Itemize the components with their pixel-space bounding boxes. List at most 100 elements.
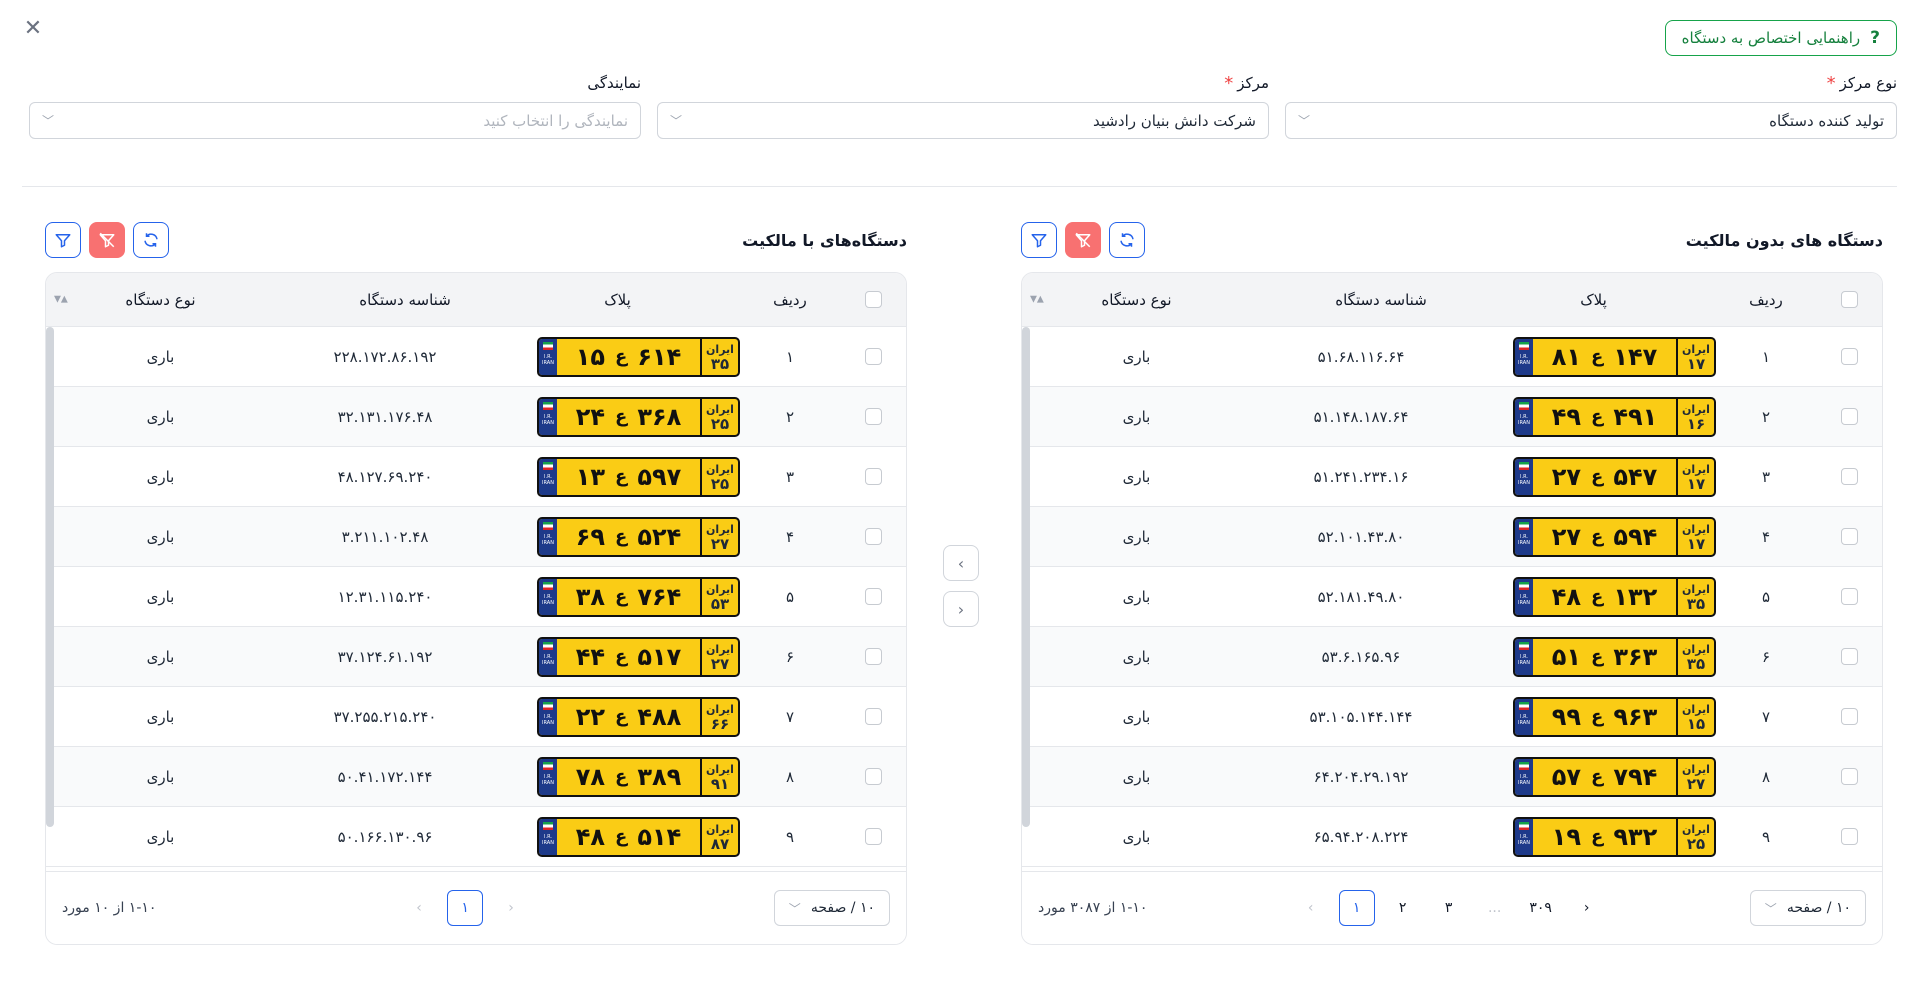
- table-row[interactable]: ۵ I.R. IRAN ۱۳۲ ع ۴۸ ایران ۳۵ ۵۲.۱۸۱.۴۹.…: [1022, 567, 1882, 627]
- table-row[interactable]: ۴ I.R. IRAN ۵۹۴ ع ۲۷ ایران ۱۷ ۵۲.۱۰۱.۴۳.…: [1022, 507, 1882, 567]
- move-left-button[interactable]: ‹: [943, 591, 979, 627]
- device-type: باری: [1122, 707, 1151, 726]
- page-button[interactable]: ۲: [1385, 890, 1421, 926]
- col-device-type[interactable]: نوع دستگاه ▲▼: [1022, 291, 1251, 309]
- plate-region: ۱۵: [1686, 714, 1706, 733]
- license-plate: I.R. IRAN ۵۴۷ ع ۲۷ ایران ۱۷: [1513, 456, 1716, 497]
- center-type-select[interactable]: تولید کننده دستگاه ﹀: [1285, 102, 1897, 139]
- device-id: ۶۴.۲۰۴.۲۹.۱۹۲: [1313, 767, 1409, 786]
- plate-region: ۳۵: [710, 354, 730, 373]
- row-checkbox[interactable]: [864, 708, 882, 725]
- table-row[interactable]: ۹ I.R. IRAN ۹۳۲ ع ۱۹ ایران ۲۵ ۶۵.۹۴.۲۰۸.…: [1022, 807, 1882, 867]
- table-row[interactable]: ۴ I.R. IRAN ۵۲۴ ع ۶۹ ایران ۲۷ ۳.۲۱۱.۱۰۲.…: [46, 507, 906, 567]
- filter-button[interactable]: [45, 222, 81, 258]
- owned-devices-panel: دستگاه‌های با مالکیت ردیف پلاک شناسه دست…: [45, 220, 907, 945]
- page-button[interactable]: ۳۰۹: [1523, 890, 1559, 926]
- table-row[interactable]: ۳ I.R. IRAN ۵۹۷ ع ۱۳ ایران ۲۵ ۴۸.۱۲۷.۶۹.…: [46, 447, 906, 507]
- row-checkbox[interactable]: [1840, 408, 1858, 425]
- row-checkbox[interactable]: [864, 828, 882, 845]
- device-id: ۵۱.۱۴۸.۱۸۷.۶۴: [1313, 407, 1409, 426]
- table-row[interactable]: ۷ I.R. IRAN ۹۶۳ ع ۹۹ ایران ۱۵ ۵۳.۱۰۵.۱۴۴…: [1022, 687, 1882, 747]
- row-checkbox[interactable]: [864, 528, 882, 545]
- table-row[interactable]: ۹ I.R. IRAN ۵۱۴ ع ۴۸ ایران ۸۷ ۵۰.۱۶۶.۱۳۰…: [46, 807, 906, 867]
- device-id: ۳.۲۱۱.۱۰۲.۴۸: [341, 527, 429, 546]
- page-size-select[interactable]: ۱۰ / صفحه ﹀: [773, 890, 890, 926]
- row-checkbox[interactable]: [1840, 468, 1858, 485]
- center-select[interactable]: شرکت دانش بنیان رادشید ﹀: [657, 102, 1269, 139]
- row-checkbox[interactable]: [864, 348, 882, 365]
- move-right-button[interactable]: ›: [943, 545, 979, 581]
- sort-icon[interactable]: ▲▼: [1030, 295, 1044, 304]
- refresh-button[interactable]: [1109, 222, 1145, 258]
- prev-page-icon[interactable]: ‹: [1293, 890, 1329, 926]
- row-checkbox[interactable]: [1840, 768, 1858, 785]
- plate-region: ۲۵: [710, 474, 730, 493]
- col-device-type-label: نوع دستگاه: [1101, 290, 1172, 309]
- next-page-icon[interactable]: ›: [493, 890, 529, 926]
- device-id: ۳۷.۱۲۴.۶۱.۱۹۲: [337, 647, 433, 666]
- row-checkbox[interactable]: [864, 768, 882, 785]
- table-row[interactable]: ۸ I.R. IRAN ۷۹۴ ع ۵۷ ایران ۲۷ ۶۴.۲۰۴.۲۹.…: [1022, 747, 1882, 807]
- license-plate: I.R. IRAN ۳۶۳ ع ۵۱ ایران ۳۵: [1513, 636, 1716, 677]
- table-row[interactable]: ۵ I.R. IRAN ۷۶۴ ع ۳۸ ایران ۵۳ ۱۲.۳۱.۱۱۵.…: [46, 567, 906, 627]
- agency-select[interactable]: نمایندگی را انتخاب کنید ﹀: [29, 102, 641, 139]
- device-type: باری: [1122, 347, 1151, 366]
- select-all-checkbox[interactable]: [864, 291, 882, 308]
- row-index: ۷: [1761, 707, 1771, 726]
- row-index: ۸: [1761, 767, 1771, 786]
- row-checkbox[interactable]: [1840, 648, 1858, 665]
- close-icon[interactable]: ✕: [22, 18, 44, 40]
- table-row[interactable]: ۶ I.R. IRAN ۵۱۷ ع ۴۴ ایران ۲۷ ۳۷.۱۲۴.۶۱.…: [46, 627, 906, 687]
- col-device-type[interactable]: نوع دستگاه ▲▼: [46, 291, 275, 309]
- clear-filter-button[interactable]: [1065, 222, 1101, 258]
- plate-letter: ع: [1591, 766, 1604, 787]
- clear-filter-button[interactable]: [89, 222, 125, 258]
- row-checkbox[interactable]: [1840, 588, 1858, 605]
- col-device-id[interactable]: شناسه دستگاه: [275, 291, 495, 309]
- license-plate: I.R. IRAN ۹۳۲ ع ۱۹ ایران ۲۵: [1513, 816, 1716, 857]
- plate-region: ۳۵: [1686, 654, 1706, 673]
- table-row[interactable]: ۲ I.R. IRAN ۴۹۱ ع ۴۹ ایران ۱۶ ۵۱.۱۴۸.۱۸۷…: [1022, 387, 1882, 447]
- plate-left: ۸۱: [1551, 342, 1582, 371]
- help-icon: ?: [1870, 28, 1880, 48]
- page-ellipsis[interactable]: ...: [1477, 890, 1513, 926]
- row-checkbox[interactable]: [864, 468, 882, 485]
- col-device-id[interactable]: شناسه دستگاه: [1251, 291, 1471, 309]
- page-size-select[interactable]: ۱۰ / صفحه ﹀: [1749, 890, 1866, 926]
- iran-flag-icon: I.R. IRAN: [539, 818, 557, 855]
- table-row[interactable]: ۷ I.R. IRAN ۴۸۸ ع ۲۲ ایران ۶۶ ۳۷.۲۵۵.۲۱۵…: [46, 687, 906, 747]
- table-row[interactable]: ۶ I.R. IRAN ۳۶۳ ع ۵۱ ایران ۳۵ ۵۳.۶.۱۶۵.۹…: [1022, 627, 1882, 687]
- row-checkbox[interactable]: [1840, 348, 1858, 365]
- guide-button[interactable]: ? راهنمایی اختصاص به دستگاه: [1664, 20, 1897, 56]
- row-checkbox[interactable]: [1840, 828, 1858, 845]
- row-checkbox[interactable]: [1840, 528, 1858, 545]
- page-button[interactable]: ۱: [447, 890, 484, 926]
- scrollbar[interactable]: [1022, 327, 1030, 827]
- filter-button[interactable]: [1021, 222, 1057, 258]
- row-checkbox[interactable]: [864, 408, 882, 425]
- page-button[interactable]: ۳: [1431, 890, 1467, 926]
- next-page-icon[interactable]: ›: [1569, 890, 1605, 926]
- page-button[interactable]: ۱: [1338, 890, 1375, 926]
- license-plate: I.R. IRAN ۹۶۳ ع ۹۹ ایران ۱۵: [1513, 696, 1716, 737]
- sort-icon[interactable]: ▲▼: [54, 295, 68, 304]
- select-all-checkbox[interactable]: [1840, 291, 1858, 308]
- plate-left: ۱۵: [575, 342, 606, 371]
- row-checkbox[interactable]: [864, 588, 882, 605]
- table-row[interactable]: ۱ I.R. IRAN ۶۱۴ ع ۱۵ ایران ۳۵ ۲۲۸.۱۷۲.۸۶…: [46, 327, 906, 387]
- prev-page-icon[interactable]: ‹: [401, 890, 437, 926]
- table-row[interactable]: ۲ I.R. IRAN ۳۶۸ ع ۲۴ ایران ۲۵ ۳۲.۱۳۱.۱۷۶…: [46, 387, 906, 447]
- unowned-devices-title: دستگاه های بدون مالکیت: [1685, 230, 1883, 250]
- table-row[interactable]: ۸ I.R. IRAN ۳۸۹ ع ۷۸ ایران ۹۱ ۵۰.۴۱.۱۷۲.…: [46, 747, 906, 807]
- plate-region: ۱۶: [1686, 414, 1706, 433]
- col-plate: پلاک: [604, 290, 631, 309]
- row-checkbox[interactable]: [1840, 708, 1858, 725]
- scrollbar[interactable]: [46, 327, 54, 827]
- plate-letter: ع: [615, 346, 628, 367]
- refresh-button[interactable]: [133, 222, 169, 258]
- table-row[interactable]: ۱ I.R. IRAN ۱۴۷ ع ۸۱ ایران ۱۷ ۵۱.۶۸.۱۱۶.…: [1022, 327, 1882, 387]
- row-checkbox[interactable]: [864, 648, 882, 665]
- pagination: ۱-۱۰ از ۳۰۸۷ مورد ‹ ۱ ۲ ۳ ... ۳۰۹ › ۱۰ /…: [1022, 871, 1882, 944]
- total-count: ۱-۱۰ از ۱۰ مورد: [62, 900, 157, 916]
- table-row[interactable]: ۳ I.R. IRAN ۵۴۷ ع ۲۷ ایران ۱۷ ۵۱.۲۴۱.۲۳۴…: [1022, 447, 1882, 507]
